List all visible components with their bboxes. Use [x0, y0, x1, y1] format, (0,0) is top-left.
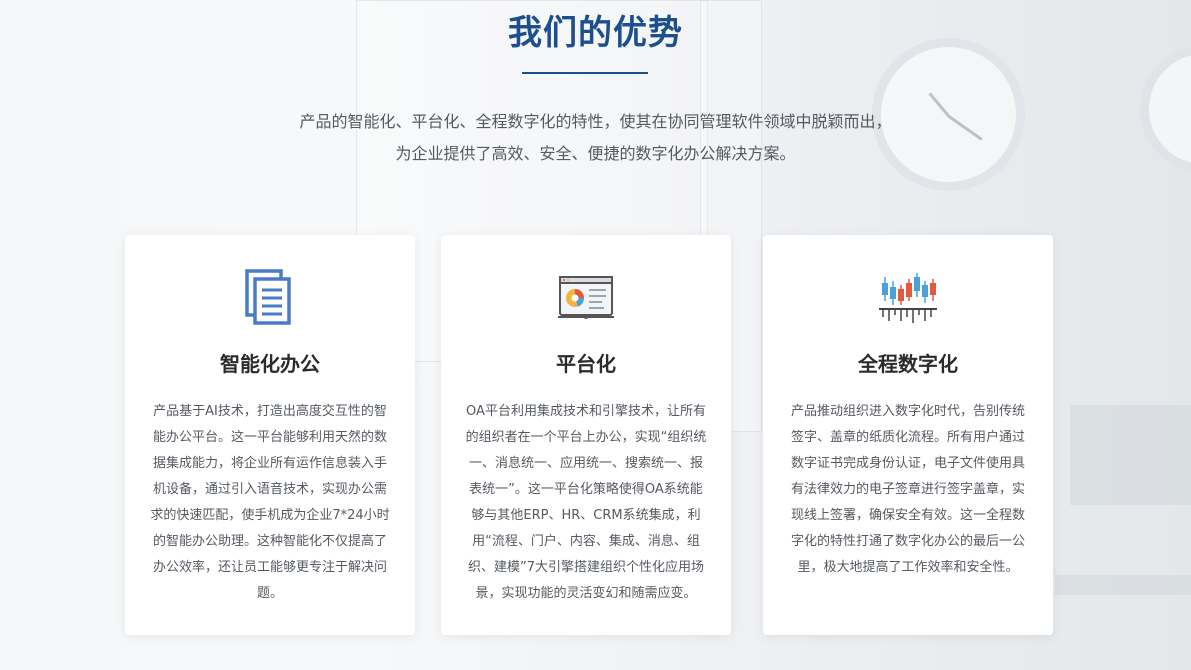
card-description: 产品推动组织进入数字化时代，告别传统签字、盖章的纸质化流程。所有用户通过数字证书…	[790, 404, 1025, 575]
intro-line-1: 产品的智能化、平台化、全程数字化的特性，使其在协同管理软件领域中脱颖而出，	[299, 112, 892, 131]
section-title: 我们的优势	[508, 13, 683, 53]
feature-card-full-digital: 全程数字化 产品推动组织进入数字化时代，告别传统签字、盖章的纸质化流程。所有用户…	[763, 235, 1053, 635]
card-title: 智能化办公	[220, 352, 320, 376]
card-description: 产品基于AI技术，打造出高度交互性的智能办公平台。这一平台能够利用天然的数据集成…	[150, 404, 390, 601]
section-intro: 产品的智能化、平台化、全程数字化的特性，使其在协同管理软件领域中脱颖而出， 为企…	[0, 106, 1191, 170]
dashboard-chart-icon	[551, 263, 621, 333]
intro-line-2: 为企业提供了高效、安全、便捷的数字化办公解决方案。	[395, 144, 796, 163]
document-stack-icon	[235, 263, 305, 333]
card-title: 平台化	[556, 352, 616, 376]
feature-card-intelligent-office: 智能化办公 产品基于AI技术，打造出高度交互性的智能办公平台。这一平台能够利用天…	[125, 235, 415, 635]
card-title: 全程数字化	[858, 352, 958, 376]
feature-card-platform: 平台化 OA平台利用集成技术和引擎技术，让所有的组织者在一个平台上办公，实现“组…	[441, 235, 731, 635]
card-description: OA平台利用集成技术和引擎技术，让所有的组织者在一个平台上办公，实现“组织统一、…	[465, 404, 707, 601]
title-underline	[522, 72, 648, 74]
candlestick-chart-icon	[873, 263, 943, 333]
